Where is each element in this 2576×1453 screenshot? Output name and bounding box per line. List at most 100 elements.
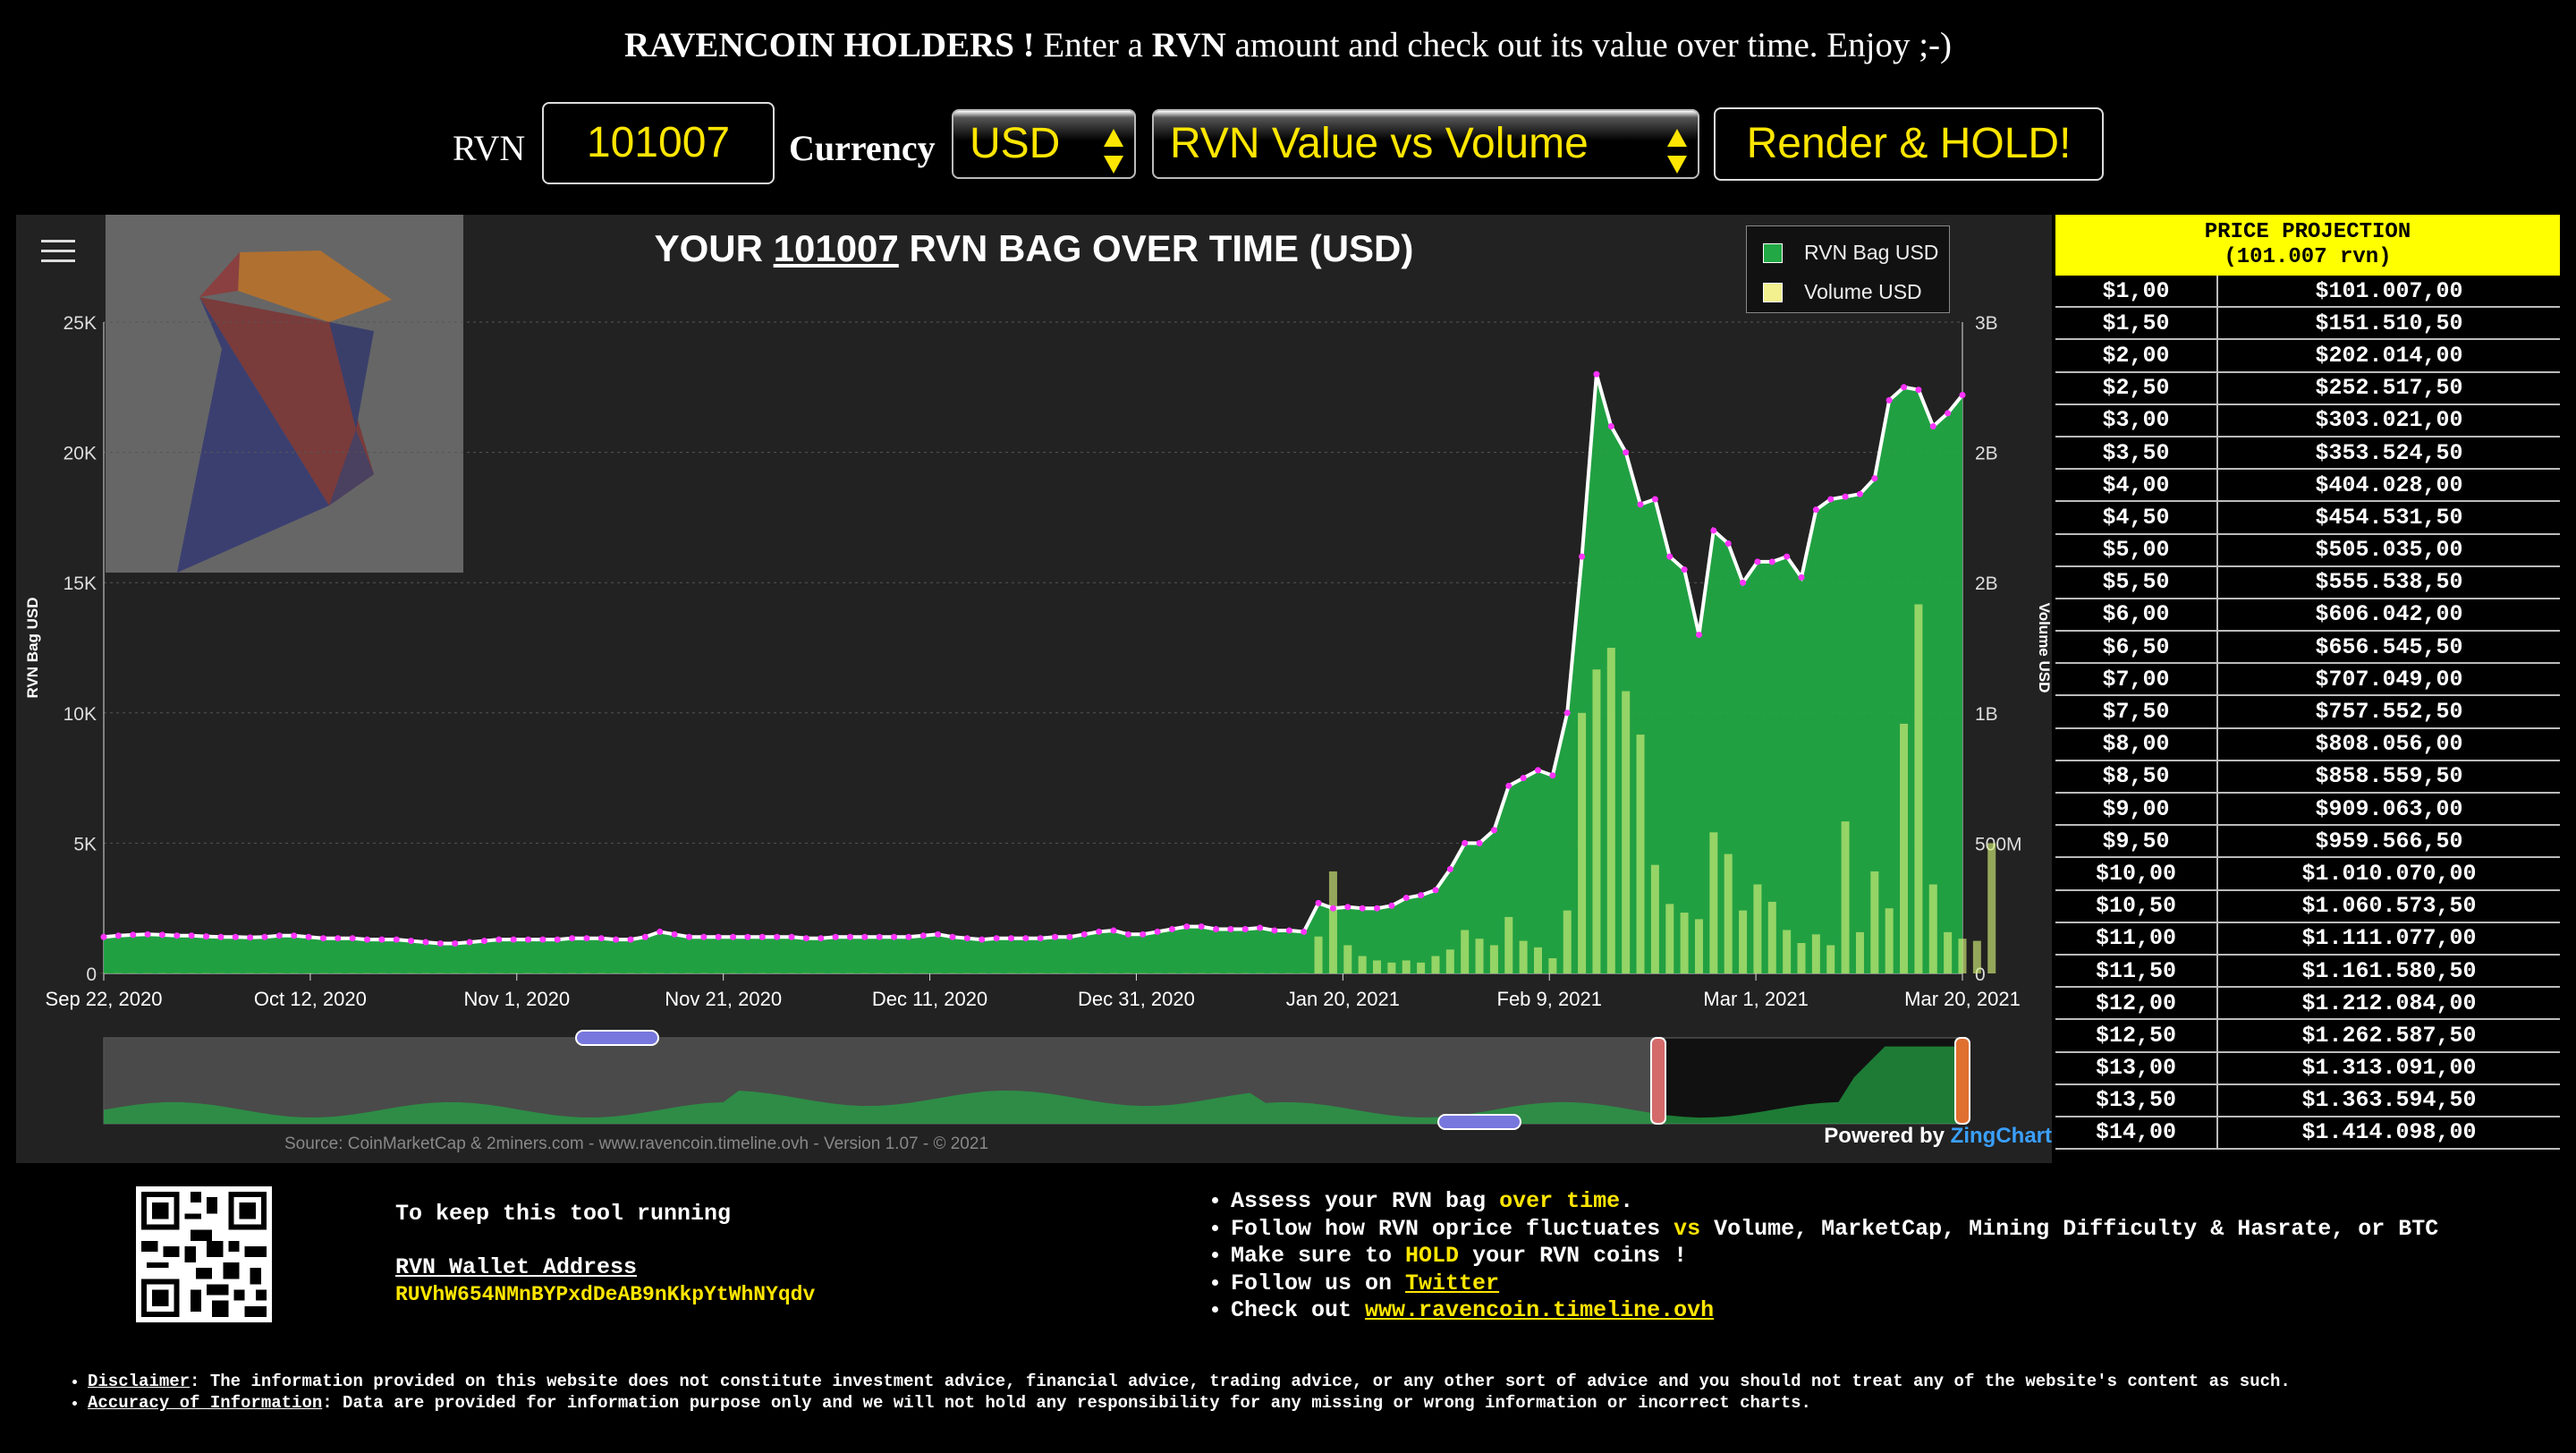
chart-panel: YOUR 101007 RVN BAG OVER TIME (USD) 0 5K 1…	[16, 215, 2052, 1163]
select-arrows-icon	[1667, 129, 1687, 174]
bag-point	[1140, 930, 1147, 938]
bag-point	[1168, 925, 1175, 932]
bag-point	[1798, 574, 1805, 581]
bag-point	[876, 933, 883, 940]
bag-point	[1257, 924, 1264, 931]
x-tick-label: Mar 20, 2021	[1904, 988, 2021, 1010]
bag-point	[174, 932, 181, 939]
projection-row: $8,50 $858.559,50	[2055, 760, 2560, 794]
bag-point	[203, 933, 210, 940]
projection-price: $8,50	[2055, 760, 2218, 794]
projection-value: $1.111.077,00	[2217, 922, 2560, 956]
volume-bar	[1709, 832, 1718, 973]
volume-bar	[1900, 723, 1909, 973]
x-tick-label: Dec 31, 2020	[1078, 988, 1195, 1010]
projection-value: $1.262.587,50	[2217, 1019, 2560, 1053]
volume-bar	[1944, 931, 1953, 973]
projection-price: $2,00	[2055, 339, 2218, 373]
projection-value: $353.524,50	[2217, 436, 2560, 471]
bag-point	[685, 933, 692, 940]
projection-row: $12,00 $1.212.084,00	[2055, 987, 2560, 1021]
disclaimer-title[interactable]: Disclaimer	[88, 1372, 190, 1391]
wallet-address[interactable]: RUVhW654NMnBYPxdDeAB9nKkpYtWhNYqdv	[395, 1281, 815, 1308]
bag-point	[730, 933, 737, 940]
bag-point	[114, 932, 122, 939]
projection-row: $6,00 $606.042,00	[2055, 598, 2560, 633]
bag-point	[1213, 925, 1220, 932]
legend-item-bag[interactable]: RVN Bag USD	[1763, 241, 1938, 265]
controls-bar: RVN 101007 Currency USD RVN Value vs Vol…	[0, 100, 2576, 184]
accuracy-title[interactable]: Accuracy of Information	[88, 1393, 322, 1413]
bag-point	[1871, 475, 1878, 482]
bag-point	[1446, 866, 1453, 873]
bag-point	[554, 936, 561, 943]
y-tick-label: 20K	[64, 444, 97, 464]
bag-point	[774, 933, 781, 940]
bag-point	[408, 938, 415, 945]
chart-type-select[interactable]: RVN Value vs Volume	[1152, 109, 1699, 179]
volume-bar	[1694, 919, 1703, 973]
volume-bar	[1533, 947, 1542, 973]
rvn-amount-input[interactable]: 101007	[542, 102, 775, 184]
projection-row: $10,50 $1.060.573,50	[2055, 889, 2560, 923]
projection-value: $909.063,00	[2217, 793, 2560, 827]
projection-value: $656.545,50	[2217, 631, 2560, 665]
render-hold-button[interactable]: Render & HOLD!	[1714, 107, 2104, 181]
projection-subtitle: (101.007 rvn)	[2224, 245, 2392, 269]
projection-price: $5,00	[2055, 533, 2218, 567]
volume-bar	[1753, 884, 1762, 973]
bag-point	[1623, 449, 1630, 456]
bag-point	[1666, 553, 1674, 560]
bag-point	[1563, 710, 1571, 717]
website-link[interactable]: www.ravencoin.timeline.ovh	[1365, 1297, 1714, 1323]
projection-row: $13,50 $1.363.594,50	[2055, 1083, 2560, 1117]
x-tick-label: Nov 21, 2020	[665, 988, 782, 1010]
bag-point	[1768, 558, 1775, 565]
volume-bar	[1811, 934, 1820, 973]
projection-row: $7,50 $757.552,50	[2055, 695, 2560, 729]
projection-row: $7,00 $707.049,00	[2055, 663, 2560, 697]
twitter-link[interactable]: Twitter	[1405, 1270, 1499, 1296]
projection-value: $707.049,00	[2217, 663, 2560, 697]
bag-point	[1490, 827, 1497, 834]
header-text-2: amount and check out its value over time…	[1234, 26, 1953, 64]
bag-point	[1695, 631, 1702, 638]
feature-item: Follow how RVN oprice fluctuates vs Volu…	[1231, 1216, 2438, 1244]
projection-value: $555.538,50	[2217, 565, 2560, 599]
projection-price: $7,50	[2055, 695, 2218, 729]
projection-value: $1.212.084,00	[2217, 987, 2560, 1021]
volume-bar	[1578, 712, 1587, 973]
volume-bar	[1489, 945, 1498, 973]
projection-row: $4,00 $404.028,00	[2055, 469, 2560, 503]
feature-text: Follow how RVN oprice fluctuates	[1231, 1215, 1661, 1242]
volume-bar	[1387, 962, 1396, 973]
currency-select[interactable]: USD	[952, 109, 1136, 179]
bag-point	[1784, 553, 1791, 560]
bag-point	[1374, 905, 1381, 912]
legend-item-volume[interactable]: Volume USD	[1763, 280, 1922, 304]
volume-bar	[1314, 936, 1323, 973]
feature-text: Check out	[1231, 1297, 1352, 1323]
bag-point	[319, 935, 326, 942]
x-tick-label: Sep 22, 2020	[46, 988, 163, 1010]
bag-point	[935, 930, 942, 938]
projection-row: $2,00 $202.014,00	[2055, 339, 2560, 373]
powered-by[interactable]: Powered by ZingChart	[1824, 1124, 2052, 1149]
bag-point	[919, 932, 927, 939]
projection-price: $6,50	[2055, 631, 2218, 665]
feature-highlight: vs	[1674, 1215, 1701, 1242]
bag-point	[758, 933, 766, 940]
bag-point	[1637, 501, 1644, 508]
bag-point	[1066, 933, 1073, 940]
volume-bar	[1431, 956, 1440, 973]
bag-point	[1885, 396, 1893, 404]
bag-point	[1724, 540, 1732, 548]
projection-value: $505.035,00	[2217, 533, 2560, 567]
feature-item: Follow us on Twitter	[1231, 1270, 2438, 1298]
volume-bar	[1563, 910, 1572, 973]
bag-point	[963, 935, 970, 942]
volume-bar	[1358, 956, 1367, 973]
bag-point	[217, 933, 225, 940]
bag-point	[627, 936, 634, 943]
bag-point	[1827, 496, 1835, 503]
